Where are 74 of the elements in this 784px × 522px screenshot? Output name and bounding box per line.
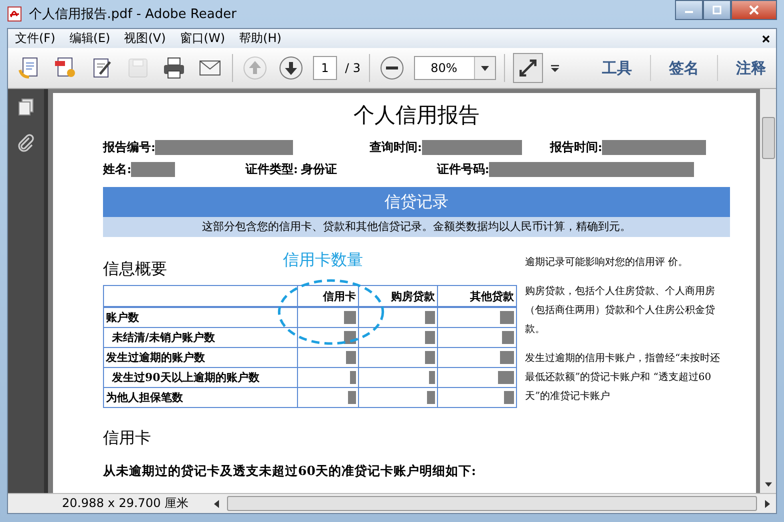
zoom-out-button[interactable]: [378, 54, 406, 82]
redacted-block: [502, 331, 514, 344]
field-label: 证件号码:: [436, 161, 490, 178]
scroll-down-icon[interactable]: [764, 482, 772, 487]
maximize-button[interactable]: [703, 0, 731, 20]
annotation-text: 信用卡数量: [283, 250, 363, 271]
redacted-block: [348, 391, 356, 404]
note-text: 发生过逾期的信用卡账户，指曾经“未按时还最低还款额”的贷记卡账户和 “透支超过60天”的准贷记卡账户: [525, 352, 722, 404]
menu-item[interactable]: 编辑(E): [69, 30, 110, 47]
column-header: 购房贷款: [358, 286, 438, 307]
section-heading: 信用卡: [103, 428, 152, 449]
report-title: 个人信用报告: [352, 102, 480, 129]
section-text: 从未逾期过的贷记卡及透支未超过60天的准贷记卡账户明细如下:: [103, 463, 478, 480]
field-value: 身份证: [300, 161, 337, 178]
redacted-block: [350, 371, 356, 384]
field-label: 报告时间:: [550, 139, 602, 156]
close-button[interactable]: [731, 0, 777, 20]
row-label: 发生过逾期的账户数: [104, 348, 298, 368]
row-label: 为他人担保笔数: [104, 388, 298, 408]
page-count: / 3: [345, 61, 360, 75]
close-icon[interactable]: [762, 34, 770, 42]
redacted-block: [425, 351, 436, 364]
row-label: 发生过90天以上逾期的账户数: [104, 368, 298, 388]
paperclip-icon[interactable]: [16, 133, 36, 153]
panel-tab[interactable]: 签名: [659, 58, 709, 78]
column-header: 信用卡: [298, 286, 359, 307]
minimize-button[interactable]: [675, 0, 703, 20]
scroll-thumb[interactable]: [762, 117, 775, 159]
close-icon: [749, 5, 759, 15]
pdf-icon: [7, 6, 23, 22]
diagonal-arrows-icon: [516, 57, 538, 79]
field-label: 报告编号:: [103, 139, 156, 156]
fit-window-button[interactable]: [512, 53, 542, 83]
page-size: 20.988 x 29.700 厘米: [61, 495, 190, 512]
row-label: 账户数: [104, 307, 298, 328]
scroll-right-icon[interactable]: [765, 500, 770, 508]
field-label: 证件类型:: [245, 161, 298, 178]
redacted-block: [500, 311, 514, 324]
field-label: 姓名:: [103, 161, 132, 178]
menu-item[interactable]: 文件(F): [15, 30, 56, 47]
redacted-block: [344, 311, 356, 324]
menu-item[interactable]: 视图(V): [124, 30, 166, 47]
note-text: 购房贷款，包括个人住房贷款、个人商用房（包括商住两用）贷款和个人住房公积金贷款。: [525, 284, 716, 337]
redacted-block: [346, 351, 356, 364]
window-title: 个人信用报告.pdf - Adobe Reader: [29, 6, 236, 23]
section-banner: 信贷记录: [103, 187, 730, 217]
panel-tab[interactable]: 注释: [726, 58, 776, 78]
page-number-field[interactable]: 1: [313, 56, 337, 80]
next-page-button[interactable]: [277, 54, 305, 82]
banner-note: 这部分包含您的信用卡、贷款和其他信贷记录。金额类数据均以人民币计算，精确到元。: [103, 217, 730, 237]
scroll-thumb[interactable]: [227, 496, 757, 511]
scroll-left-icon[interactable]: [214, 500, 219, 508]
redacted-block: [500, 351, 514, 364]
redacted-block: [425, 331, 436, 344]
vertical-scrollbar[interactable]: [760, 89, 776, 493]
menu-item[interactable]: 帮助(H): [239, 30, 282, 47]
redacted-block: [131, 162, 176, 177]
menu-item[interactable]: 窗口(W): [180, 30, 226, 47]
row-label: 未结清/未销户账户数: [104, 328, 298, 348]
caret-icon[interactable]: [550, 64, 558, 72]
redacted-block: [429, 371, 436, 384]
note-text: 逾期记录可能影响对您的信用评 价。: [525, 256, 690, 270]
caret-icon: [480, 66, 488, 70]
summary-heading: 信息概要: [103, 259, 168, 280]
column-header: 其他贷款: [438, 286, 516, 307]
redacted-block: [425, 311, 436, 324]
redacted-block: [498, 371, 514, 384]
field-label: 查询时间:: [369, 139, 422, 156]
panel-tab[interactable]: 工具: [592, 58, 642, 78]
pages-icon[interactable]: [16, 97, 36, 117]
redacted-block: [504, 391, 514, 404]
redacted-block: [427, 391, 436, 404]
maximize-icon: [712, 5, 722, 15]
zoom-dropdown[interactable]: 80%: [414, 56, 496, 80]
